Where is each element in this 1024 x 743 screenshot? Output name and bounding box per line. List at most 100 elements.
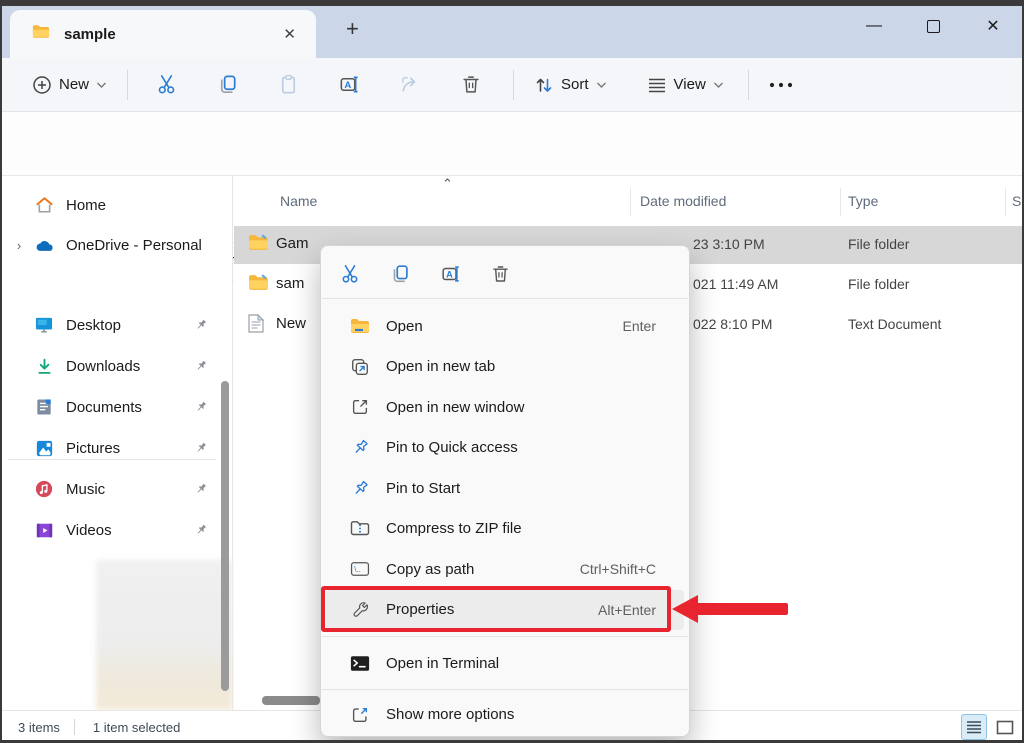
sidebar-item-label: Documents — [66, 399, 190, 416]
delete-button[interactable] — [490, 263, 511, 290]
sort-button-label: Sort — [561, 76, 589, 93]
close-button[interactable]: ✕ — [976, 16, 1010, 36]
explorer-tab[interactable]: sample ✕ — [10, 10, 316, 58]
see-more-button[interactable] — [759, 82, 803, 88]
sidebar-item-downloads[interactable]: Downloads — [6, 349, 212, 383]
copy-button[interactable] — [205, 73, 249, 96]
large-icons-view-button[interactable] — [992, 714, 1018, 740]
delete-icon — [490, 263, 511, 285]
copy-path-icon: \.. — [348, 561, 372, 577]
column-divider[interactable] — [630, 188, 631, 216]
paste-button[interactable] — [266, 73, 310, 96]
menu-item-shortcut: Enter — [623, 318, 670, 334]
pin-icon — [190, 318, 212, 332]
menu-item-label: Open in Terminal — [386, 655, 670, 672]
menu-item-show-more-options[interactable]: Show more options — [326, 695, 684, 736]
sidebar-item-label: Videos — [66, 522, 190, 539]
pin-icon — [190, 359, 212, 373]
folder-icon — [248, 234, 269, 255]
menu-item-label: Show more options — [386, 706, 670, 723]
sidebar-scrollbar[interactable] — [221, 381, 229, 691]
rename-icon: A — [337, 73, 361, 96]
music-icon — [32, 480, 56, 498]
column-header-type[interactable]: Type — [848, 193, 878, 209]
sidebar-item-documents[interactable]: Documents — [6, 390, 212, 424]
rename-button[interactable]: A — [439, 263, 462, 290]
new-tab-button[interactable]: + — [338, 16, 367, 42]
column-header-date-modified[interactable]: Date modified — [640, 193, 726, 209]
file-explorer-window: sample ✕ + — ✕ New A — [0, 0, 1024, 743]
cut-button[interactable] — [144, 73, 188, 96]
sidebar-item-videos[interactable]: Videos — [6, 513, 212, 547]
column-divider[interactable] — [1005, 188, 1006, 216]
sidebar-item-home[interactable]: Home — [6, 188, 212, 222]
folder-icon — [32, 24, 50, 44]
sidebar-item-label: Desktop — [66, 317, 190, 334]
menu-item-open-in-new-tab[interactable]: Open in new tab — [326, 347, 684, 388]
delete-button[interactable] — [449, 73, 493, 96]
menu-item-pin-to-quick-access[interactable]: Pin to Quick access — [326, 428, 684, 469]
wrench-icon — [348, 600, 372, 619]
chevron-down-icon — [713, 81, 724, 89]
details-view-button[interactable] — [961, 714, 987, 740]
rename-button[interactable]: A — [327, 73, 371, 96]
tab-title: sample — [64, 26, 277, 43]
context-menu-quick-actions: A — [321, 254, 689, 298]
chevron-down-icon — [96, 81, 107, 89]
chevron-down-icon — [596, 81, 607, 89]
sidebar-item-label: Pictures — [66, 440, 190, 457]
view-button[interactable]: View — [637, 70, 734, 100]
minimize-button[interactable]: — — [857, 17, 891, 35]
menu-item-label: Open — [386, 318, 623, 335]
menu-item-properties[interactable]: Properties Alt+Enter — [326, 590, 684, 631]
sort-icon — [534, 75, 554, 95]
sidebar-item-onedrive[interactable]: › OneDrive - Personal — [6, 228, 212, 262]
menu-item-compress-to-zip[interactable]: Compress to ZIP file — [326, 509, 684, 550]
file-type: File folder — [848, 276, 909, 292]
maximize-button[interactable] — [927, 20, 940, 33]
view-icon — [647, 76, 667, 94]
show-more-icon — [348, 705, 372, 725]
horizontal-scrollbar[interactable] — [262, 696, 320, 705]
menu-item-label: Open in new window — [386, 399, 670, 416]
menu-item-pin-to-start[interactable]: Pin to Start — [326, 468, 684, 509]
new-button[interactable]: New — [22, 69, 117, 101]
documents-icon — [32, 398, 56, 416]
menu-item-label: Properties — [386, 601, 598, 618]
column-header-size[interactable]: S — [1012, 193, 1021, 209]
sort-button[interactable]: Sort — [524, 69, 617, 101]
context-menu: A Open Enter Open in new tab Open in new… — [320, 245, 690, 737]
expand-chevron-icon[interactable]: › — [6, 238, 32, 253]
address-bar: ← → ⌄ ↑ › This PC › New Volume (E:) › sa… — [0, 112, 1024, 176]
menu-item-shortcut: Ctrl+Shift+C — [580, 561, 670, 577]
menu-item-copy-as-path[interactable]: \.. Copy as path Ctrl+Shift+C — [326, 549, 684, 590]
file-date: 021 11:49 AM — [693, 276, 778, 292]
onedrive-icon — [32, 239, 56, 252]
new-window-icon — [348, 397, 372, 417]
file-name: New — [276, 315, 306, 332]
rename-icon: A — [439, 263, 462, 285]
column-divider[interactable] — [840, 188, 841, 216]
copy-button[interactable] — [389, 263, 411, 290]
toolbar-divider — [513, 70, 514, 100]
menu-item-open-in-new-window[interactable]: Open in new window — [326, 387, 684, 428]
menu-item-open-in-terminal[interactable]: Open in Terminal — [326, 643, 684, 684]
column-header-name[interactable]: Name — [280, 193, 317, 209]
menu-item-open[interactable]: Open Enter — [326, 306, 684, 347]
text-document-icon — [248, 314, 264, 337]
new-button-label: New — [59, 76, 89, 93]
cut-icon — [339, 263, 361, 285]
videos-icon — [32, 522, 56, 539]
folder-icon — [348, 318, 372, 334]
sidebar-item-desktop[interactable]: Desktop — [6, 308, 212, 342]
sidebar-item-pictures[interactable]: Pictures — [6, 431, 212, 465]
sidebar-item-music[interactable]: Music — [6, 472, 212, 506]
cut-button[interactable] — [339, 263, 361, 290]
svg-text:\..: \.. — [354, 565, 361, 574]
sidebar-item-label: Music — [66, 481, 190, 498]
share-button[interactable] — [388, 73, 432, 96]
menu-item-label: Pin to Quick access — [386, 439, 670, 456]
file-type: Text Document — [848, 316, 941, 332]
large-icons-view-icon — [996, 720, 1014, 735]
tab-close-icon[interactable]: ✕ — [277, 23, 302, 45]
